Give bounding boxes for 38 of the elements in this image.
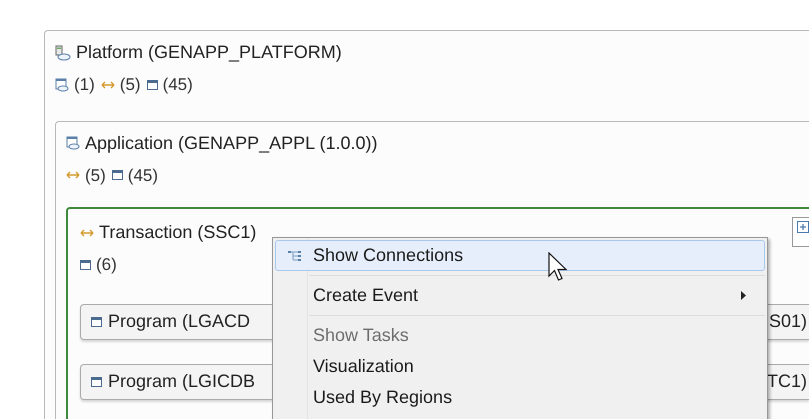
program-label: S01) [768,310,808,333]
menu-item[interactable]: Create Event [275,280,765,311]
window-icon [91,316,102,326]
menu-item-label: Show Connections [313,244,464,267]
menu-item-label: Visualization [313,355,414,378]
window-icon [146,80,158,90]
submenu-arrow-icon [741,291,746,300]
menu-item-label: Used By Regions [313,386,452,409]
platform-icon [55,44,71,60]
count-label: (45) [128,164,158,186]
count-label: (5) [85,164,106,186]
plus-icon [796,221,808,233]
double-arrow-icon [100,80,115,90]
count-label: (5) [120,74,141,96]
mouse-pointer-icon [548,252,570,284]
window-icon [112,170,123,180]
menu-item[interactable]: Visualization [275,351,765,382]
application-icon [66,136,80,150]
count-label: (45) [162,74,193,96]
program-label: Program (LGACD [108,310,250,333]
count-label: (6) [96,254,117,276]
count-label: (1) [74,74,95,96]
program-label: Program (LGICDB [108,370,256,393]
double-arrow-icon [80,228,94,238]
double-arrow-icon [66,170,80,180]
window-icon [91,376,102,386]
menu-item-label: Show Tasks [313,324,409,347]
menu-item-label: Create Event [313,284,418,307]
expand-button[interactable] [792,217,809,247]
window-icon [80,260,91,270]
program-label: TC1) [767,370,808,393]
menu-item[interactable]: Used By Regions [275,382,765,413]
transaction-title: Transaction (SSC1) [99,221,256,244]
platform-title: Platform (GENAPP_PLATFORM) [76,41,342,64]
application-icon [55,78,69,92]
menu-item[interactable]: Show Connections [275,240,765,271]
application-title: Application (GENAPP_APPL (1.0.0)) [85,132,378,155]
tree-icon [286,250,302,262]
